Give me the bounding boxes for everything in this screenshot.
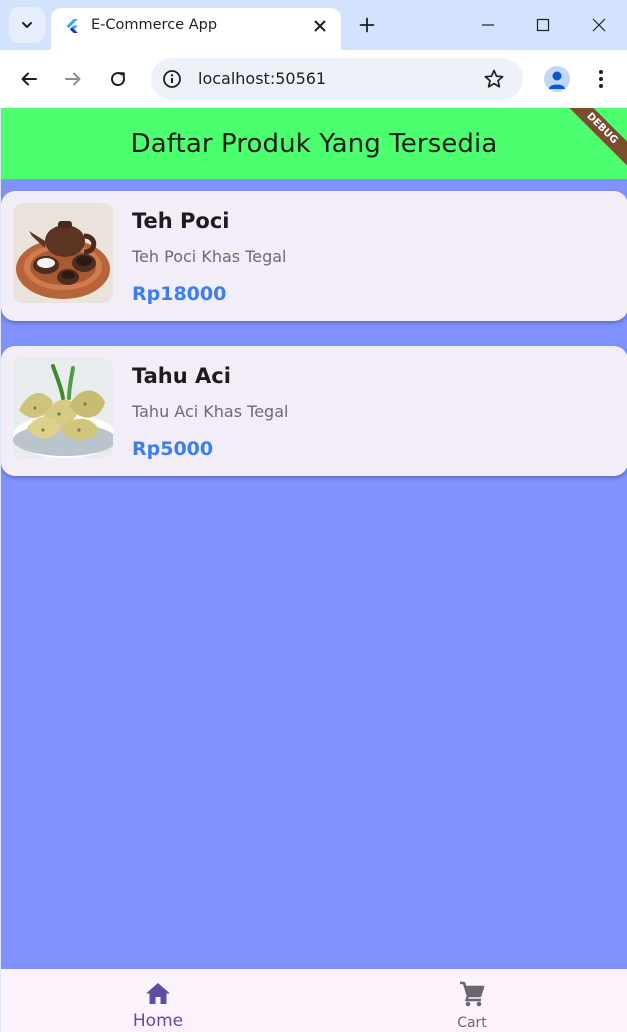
star-icon[interactable]	[483, 68, 505, 90]
minimize-button[interactable]	[476, 13, 500, 37]
forward-button[interactable]	[60, 66, 86, 92]
bottom-navigation: Home Cart	[1, 969, 627, 1032]
home-icon	[146, 983, 170, 1004]
nav-item-home[interactable]: Home	[98, 969, 218, 1032]
address-bar[interactable]: localhost:50561	[151, 58, 523, 100]
browser-tab[interactable]: E-Commerce App	[51, 8, 341, 50]
flutter-icon	[66, 19, 78, 33]
close-icon	[314, 20, 326, 32]
minimize-icon	[482, 24, 494, 26]
product-card[interactable]: Teh Poci Teh Poci Khas Tegal Rp18000	[1, 191, 627, 321]
site-info-icon[interactable]	[162, 69, 182, 89]
nav-item-cart[interactable]: Cart	[412, 969, 532, 1032]
cart-icon	[460, 981, 485, 1007]
back-button[interactable]	[16, 66, 42, 92]
person-icon	[549, 71, 565, 89]
product-price: Rp18000	[132, 283, 227, 305]
product-card[interactable]: Tahu Aci Tahu Aci Khas Tegal Rp5000	[1, 346, 627, 476]
maximize-button[interactable]	[531, 13, 555, 37]
browser-title-bar: E-Commerce App	[0, 0, 627, 50]
profile-avatar[interactable]	[544, 66, 570, 92]
product-name: Teh Poci	[132, 209, 230, 233]
page-title: Daftar Produk Yang Tersedia	[130, 128, 498, 159]
arrow-right-icon	[65, 72, 81, 86]
arrow-left-icon	[21, 72, 37, 86]
fried-tofu-photo	[13, 358, 113, 458]
close-tab-button[interactable]	[309, 15, 331, 37]
product-price: Rp5000	[132, 438, 214, 460]
tab-title: E-Commerce App	[91, 17, 218, 33]
app-viewport: Daftar Produk Yang Tersedia DEBUG Teh Po…	[1, 108, 627, 1032]
new-tab-button[interactable]	[356, 14, 378, 36]
product-name: Tahu Aci	[132, 364, 231, 388]
close-window-button[interactable]	[587, 13, 611, 37]
nav-label-home: Home	[132, 1011, 184, 1031]
chevron-down-icon	[22, 22, 32, 28]
reload-icon	[111, 72, 126, 87]
nav-label-cart: Cart	[457, 1015, 487, 1031]
product-description: Tahu Aci Khas Tegal	[132, 402, 289, 421]
plus-icon	[359, 17, 375, 33]
url-text: localhost:50561	[198, 69, 327, 88]
browser-toolbar: localhost:50561	[0, 50, 627, 108]
more-vertical-icon	[599, 70, 603, 88]
tab-search-button[interactable]	[9, 7, 45, 43]
teapot-photo	[13, 203, 113, 303]
maximize-icon	[536, 18, 550, 32]
reload-button[interactable]	[105, 66, 131, 92]
product-description: Teh Poci Khas Tegal	[132, 247, 287, 266]
app-bar: Daftar Produk Yang Tersedia	[1, 108, 627, 179]
close-icon	[592, 18, 606, 32]
browser-menu-button[interactable]	[591, 66, 611, 92]
